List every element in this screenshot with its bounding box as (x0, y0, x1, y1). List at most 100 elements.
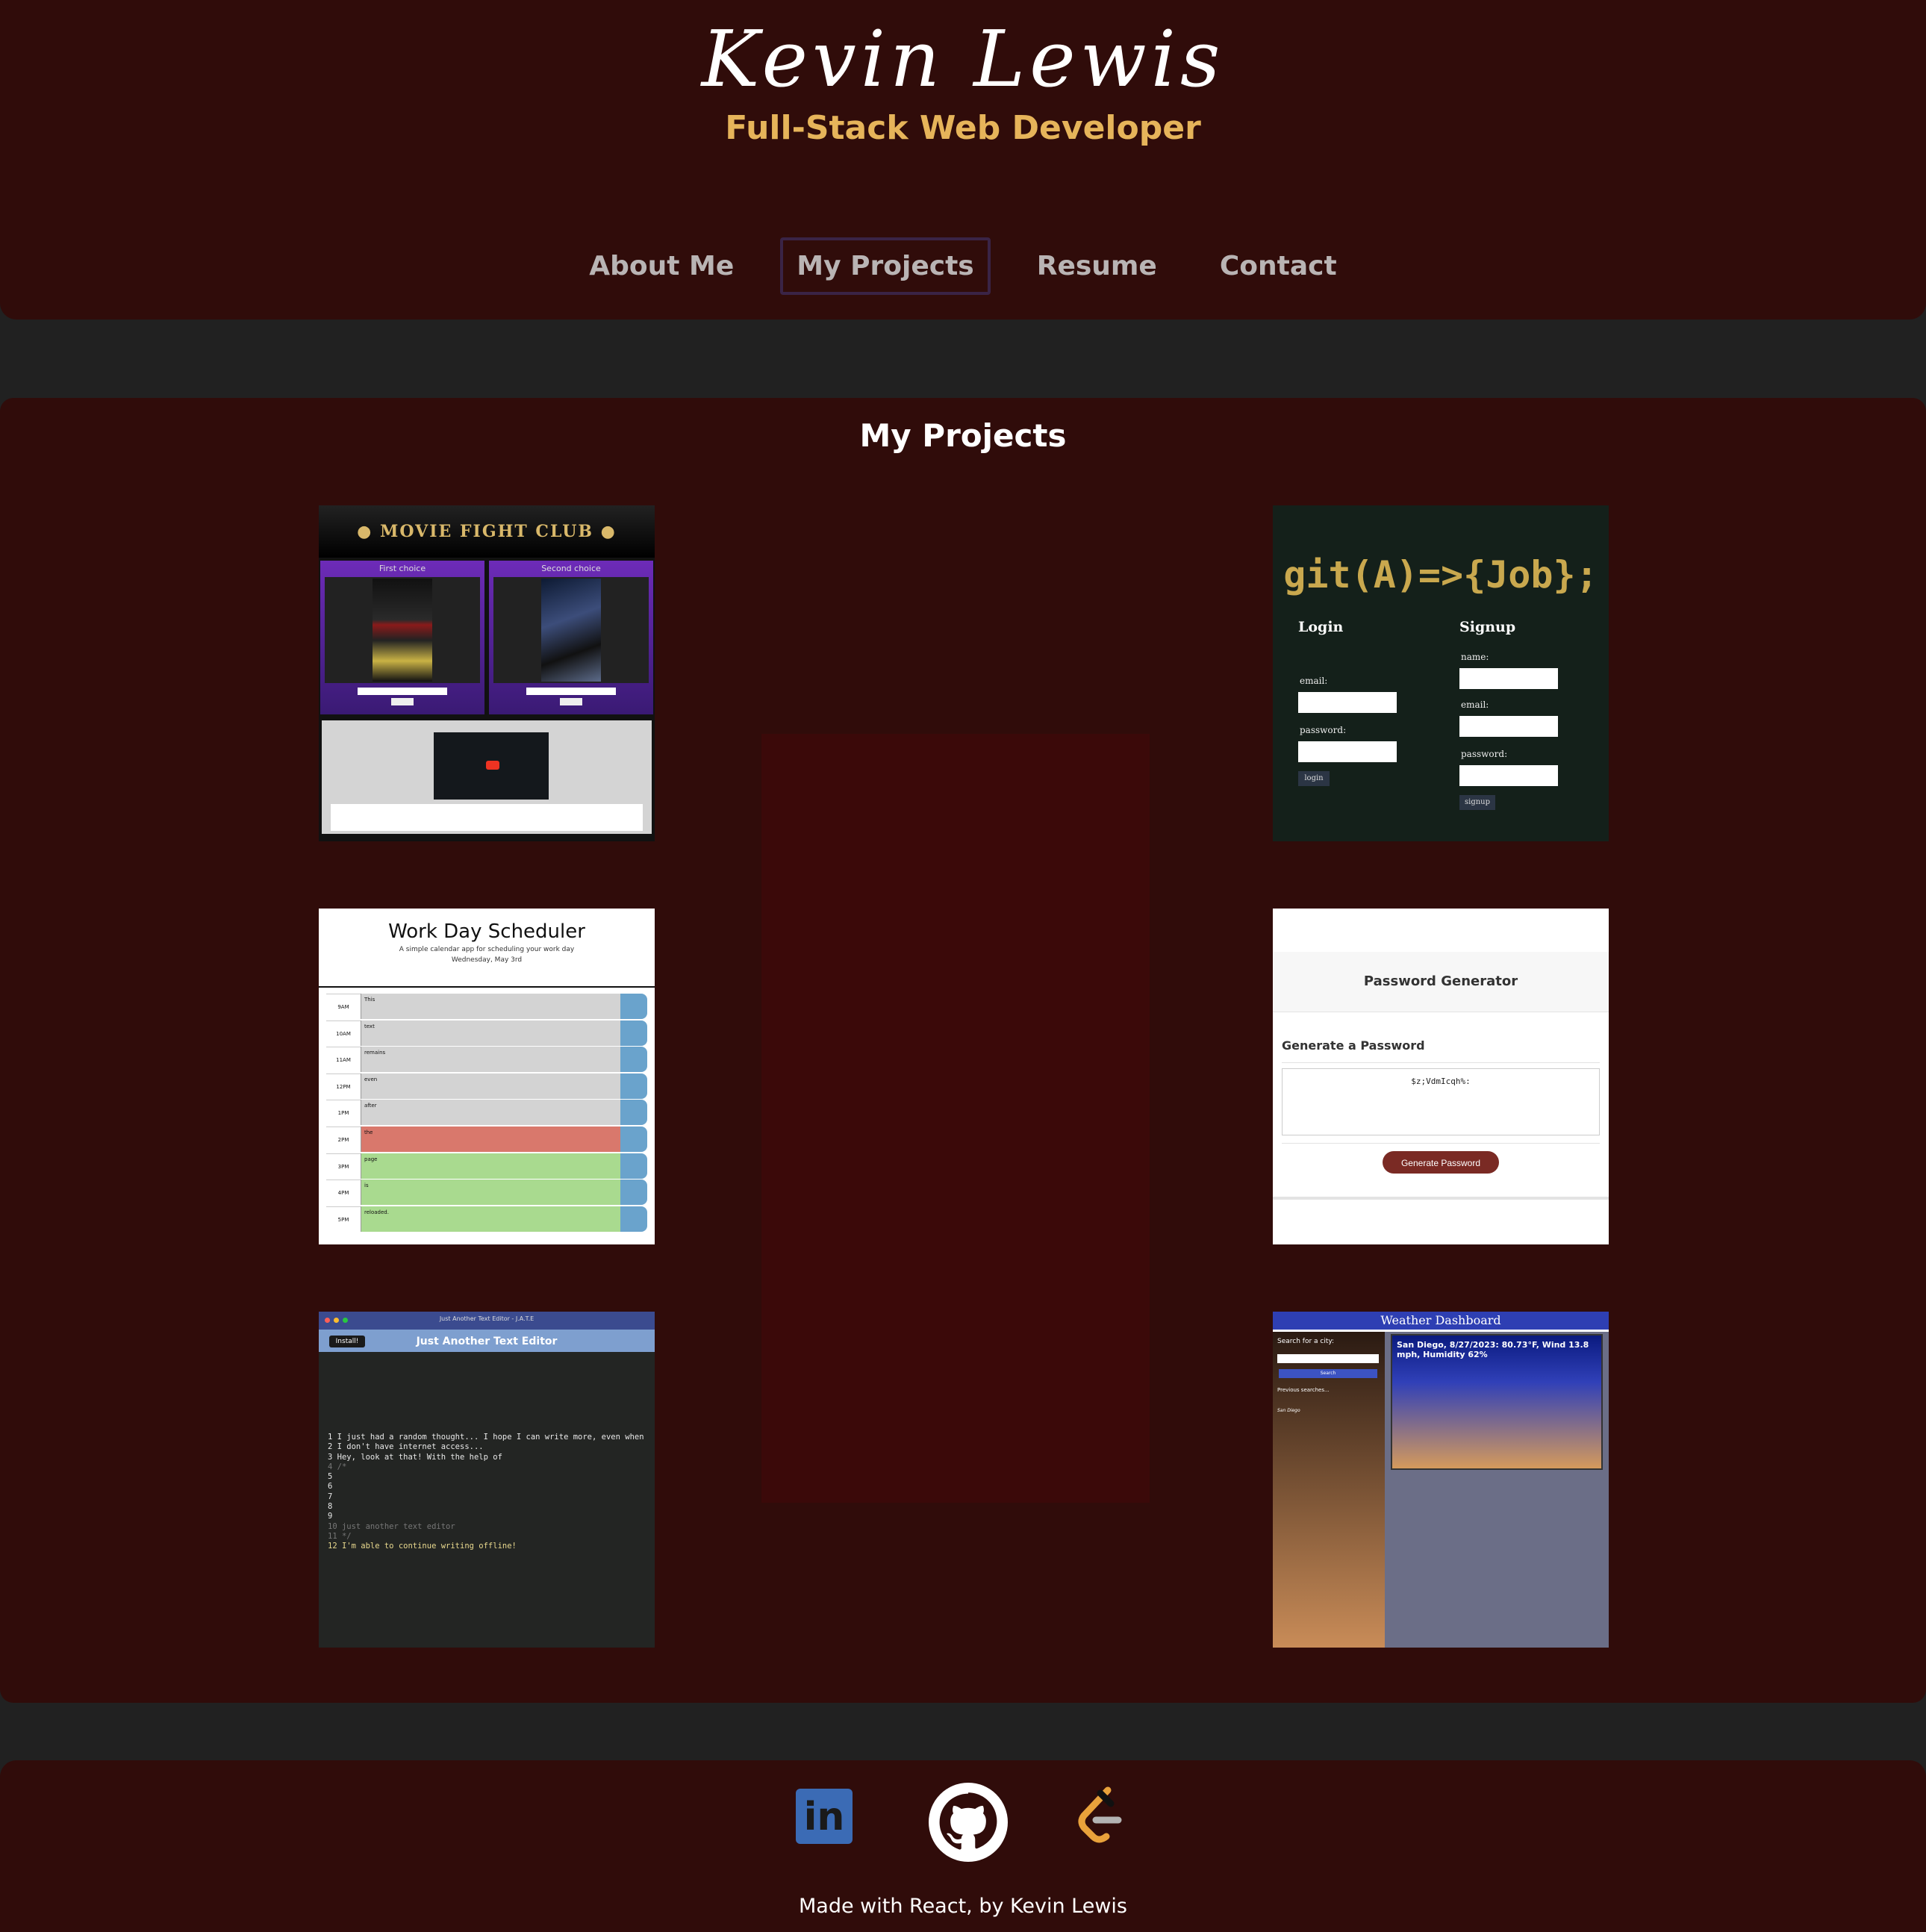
save-button[interactable] (620, 1047, 647, 1073)
divider (1282, 1062, 1600, 1063)
time-block: 4PM is (326, 1180, 647, 1206)
login-heading: Login (1298, 619, 1344, 635)
signup-button[interactable]: signup (1459, 795, 1495, 810)
login-email-input[interactable] (1298, 692, 1397, 713)
nav-my-projects[interactable]: My Projects (780, 237, 991, 295)
login-button[interactable]: login (1298, 771, 1330, 786)
code-line: 4 /* (328, 1462, 347, 1471)
mfc-submit-button[interactable] (560, 698, 582, 705)
jate-title: Just Another Text Editor (416, 1336, 558, 1347)
previous-search-item[interactable]: San Diego (1277, 1408, 1300, 1413)
event-textarea[interactable]: the (361, 1126, 620, 1152)
jate-header: Install! Just Another Text Editor (319, 1330, 655, 1352)
event-textarea[interactable]: This (361, 994, 620, 1019)
time-block: 12PM even (326, 1073, 647, 1099)
project-git-job[interactable]: git(A)=>{Job}; Login Signup email: passw… (1273, 505, 1609, 841)
window-titlebar: Just Another Text Editor - J.A.T.E (319, 1312, 655, 1330)
code-line: 10 just another text editor (328, 1521, 455, 1531)
hour-label: 9AM (326, 994, 361, 1019)
site-footer: in Made with React, by Kevin Lewis (0, 1760, 1926, 1932)
time-block: 3PM page (326, 1153, 647, 1179)
city-search-input[interactable] (1277, 1354, 1379, 1363)
code-line: 6 (328, 1482, 333, 1492)
search-button[interactable]: Search (1279, 1369, 1377, 1378)
hour-label: 3PM (326, 1153, 361, 1179)
nav-resume[interactable]: Resume (1020, 237, 1174, 295)
signup-heading: Signup (1459, 619, 1516, 635)
hour-label: 2PM (326, 1126, 361, 1152)
previous-searches-label: Previous searches... (1277, 1387, 1330, 1393)
event-textarea[interactable]: even (361, 1073, 620, 1099)
login-password-input[interactable] (1298, 741, 1397, 762)
main-nav: About Me My Projects Resume Contact (0, 237, 1926, 295)
event-textarea[interactable]: remains (361, 1047, 620, 1073)
event-textarea[interactable]: is (361, 1180, 620, 1206)
scheduler-rows: 9AM This 10AM text 11AM remains 12PM even 1PM aft… (326, 994, 647, 1233)
password-title: Password Generator (1273, 952, 1609, 1012)
save-button[interactable] (620, 1020, 647, 1046)
code-line: 3 Hey, look at that! With the help of (328, 1452, 502, 1462)
signup-email-label: email: (1461, 699, 1489, 710)
signup-name-label: name: (1461, 652, 1489, 662)
event-textarea[interactable]: text (361, 1020, 620, 1046)
code-line: 7 (328, 1492, 333, 1501)
hour-label: 4PM (326, 1180, 361, 1206)
nav-about-me[interactable]: About Me (573, 237, 750, 295)
save-button[interactable] (620, 1100, 647, 1126)
mfc-second-choice: Second choice (489, 561, 653, 714)
event-textarea[interactable]: page (361, 1153, 620, 1179)
mfc-title: ● MOVIE FIGHT CLUB ● (319, 505, 655, 558)
mfc-first-choice: First choice (320, 561, 484, 714)
leetcode-icon[interactable] (1066, 1783, 1135, 1851)
code-line: 11 */ (328, 1531, 352, 1541)
site-name: Kevin Lewis (701, 13, 1225, 105)
save-button[interactable] (620, 1153, 647, 1179)
weather-title: Weather Dashboard (1273, 1312, 1609, 1332)
time-block: 11AM remains (326, 1047, 647, 1073)
project-weather-dashboard[interactable]: Weather Dashboard Search for a city: Sea… (1273, 1312, 1609, 1648)
site-header: Kevin Lewis Full-Stack Web Developer Abo… (0, 0, 1926, 320)
video-thumbnail[interactable] (434, 732, 549, 800)
nav-contact[interactable]: Contact (1203, 237, 1353, 295)
mfc-input[interactable] (526, 688, 616, 695)
editor-content[interactable]: 1 I just had a random thought... I hope … (328, 1433, 646, 1552)
center-backdrop (761, 734, 1150, 1503)
project-work-day-scheduler[interactable]: Work Day Scheduler A simple calendar app… (319, 909, 655, 1244)
signup-name-input[interactable] (1459, 668, 1558, 689)
code-line: 12 I'm able to continue writing offline! (328, 1542, 517, 1551)
save-button[interactable] (620, 994, 647, 1019)
time-block: 10AM text (326, 1020, 647, 1046)
save-button[interactable] (620, 1073, 647, 1099)
project-jate[interactable]: Just Another Text Editor - J.A.T.E Insta… (319, 1312, 655, 1648)
project-password-generator[interactable]: Password Generator Generate a Password $… (1273, 909, 1609, 1244)
save-button[interactable] (620, 1206, 647, 1232)
time-block: 9AM This (326, 994, 647, 1019)
login-email-label: email: (1300, 676, 1328, 686)
password-output[interactable]: $z;VdmIcqh%: (1282, 1068, 1600, 1135)
event-textarea[interactable]: after (361, 1100, 620, 1126)
code-line: 8 (328, 1502, 333, 1512)
search-label: Search for a city: (1277, 1338, 1335, 1345)
mfc-input[interactable] (358, 688, 447, 695)
hour-label: 1PM (326, 1100, 361, 1126)
generate-password-button[interactable]: Generate Password (1383, 1151, 1499, 1174)
divider (319, 986, 655, 988)
signup-email-input[interactable] (1459, 716, 1558, 737)
linkedin-icon[interactable]: in (791, 1783, 860, 1851)
weather-sidebar: Search for a city: Search Previous searc… (1273, 1332, 1385, 1648)
window-title: Just Another Text Editor - J.A.T.E (439, 1315, 535, 1322)
github-icon[interactable] (929, 1783, 1008, 1862)
mfc-submit-button[interactable] (391, 698, 414, 705)
weather-summary: San Diego, 8/27/2023: 80.73°F, Wind 13.8… (1397, 1340, 1589, 1359)
signup-password-input[interactable] (1459, 765, 1558, 786)
scheduler-title: Work Day Scheduler (388, 920, 585, 943)
scheduler-date: Wednesday, May 3rd (451, 956, 523, 964)
event-textarea[interactable]: reloaded. (361, 1206, 620, 1232)
hour-label: 10AM (326, 1020, 361, 1046)
save-button[interactable] (620, 1126, 647, 1152)
footer-credit: Made with React, by Kevin Lewis (798, 1895, 1127, 1918)
code-line: 2 I don't have internet access... (328, 1442, 484, 1452)
signup-password-label: password: (1461, 749, 1508, 759)
save-button[interactable] (620, 1180, 647, 1206)
project-movie-fight-club[interactable]: ● MOVIE FIGHT CLUB ● First choice Second… (319, 505, 655, 841)
